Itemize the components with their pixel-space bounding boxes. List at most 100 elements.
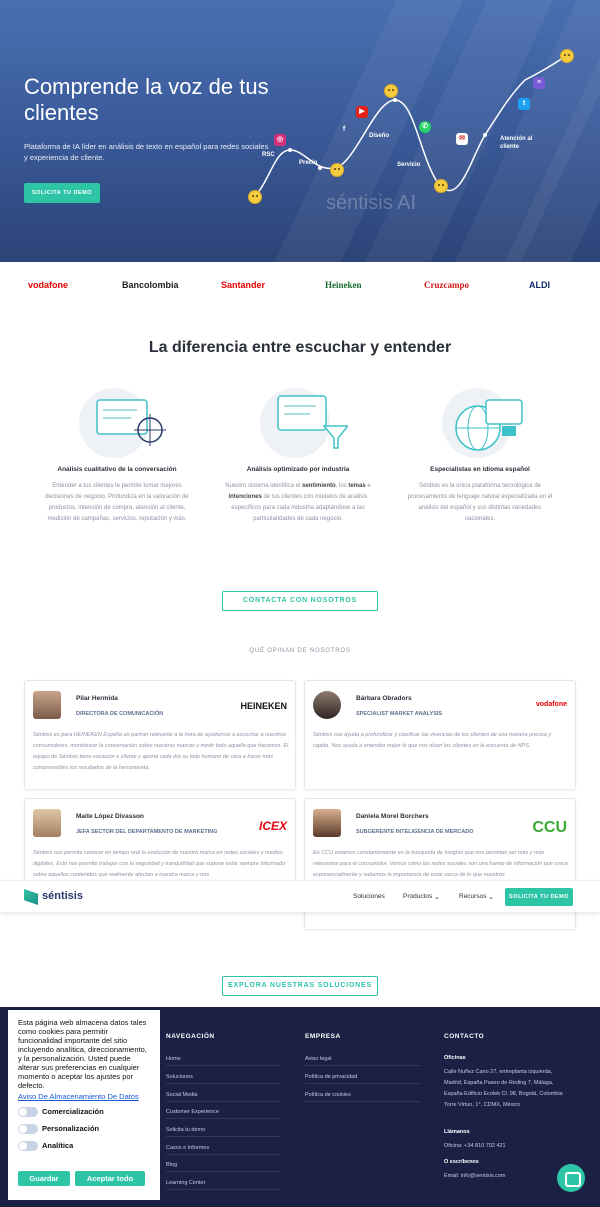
call-label: Llámanos: [444, 1129, 470, 1135]
toggle-switch[interactable]: [18, 1107, 38, 1117]
avatar: [33, 691, 61, 719]
filter-chart-icon: [248, 388, 348, 458]
footer-link[interactable]: Customer Experience: [166, 1109, 281, 1119]
testimonial-role: SUBGERENTE INTELIGENCIA DE MERCADO: [356, 829, 474, 835]
difference-title: La diferencia entre escuchar y entender: [148, 339, 452, 356]
offices-label: Oficinas: [444, 1055, 466, 1061]
footer-link[interactable]: Política de cookies: [305, 1092, 420, 1102]
feature-title: Especialistas en idioma español: [430, 466, 530, 473]
logo-santander: Santander: [221, 280, 266, 290]
testimonial-card: Pilar Hermida DIRECTORA DE COMUNICACIÓN …: [24, 680, 296, 790]
feature-spanish: Especialistas en idioma español Séntisis…: [405, 388, 555, 525]
feature-text: Séntisis es la única plataforma tecnológ…: [407, 483, 553, 522]
offices-text: Calle Nuñez Cano 27, entreplanta izquier…: [444, 1069, 563, 1108]
testimonial-role: DIRECTORA DE COMUNICACIÓN: [76, 711, 164, 717]
nav-soluciones[interactable]: Soluciones: [353, 893, 385, 900]
avatar: [33, 809, 61, 837]
nav-demo-button[interactable]: SOLICITA TU DEMO: [505, 888, 573, 906]
cookie-text: Esta página web almacena datos tales com…: [18, 1018, 147, 1090]
feature-qualitative: Análisis cualitativo de la conversación …: [42, 388, 192, 525]
footer-link[interactable]: Soluciones: [166, 1074, 281, 1084]
brand-logo: vodafone: [535, 701, 567, 708]
testimonial-quote: Séntisis es para HEINEKEN España un part…: [33, 732, 289, 771]
footer-link[interactable]: Solicita tu demo: [166, 1127, 281, 1137]
testimonial-role: JEFA SECTOR DEL DEPARTAMENTO DE MARKETIN…: [76, 829, 218, 835]
chevron-down-icon[interactable]: ⌄: [434, 893, 440, 901]
logo-aldi: ALDI: [529, 280, 550, 290]
brand-logo: CCU: [532, 819, 567, 836]
magnifier-chart-icon: [67, 388, 167, 458]
feature-title: Análisis optimizado por industria: [246, 466, 350, 473]
footer-link[interactable]: Blog: [166, 1162, 281, 1172]
brand-logo: HEINEKEN: [240, 701, 287, 711]
brand-name[interactable]: séntisis: [42, 890, 83, 902]
client-logos: vodafone Bancolombia Santander Heineken …: [0, 272, 600, 302]
feature-industry: Análisis optimizado por industria Nuestr…: [223, 388, 373, 525]
avatar: [313, 809, 341, 837]
footer-link[interactable]: Home: [166, 1056, 281, 1066]
testimonial-quote: En CCU estamos constantemente en la búsq…: [313, 850, 568, 878]
label-atencion: Atención al cliente: [500, 136, 533, 150]
facebook-icon: f: [342, 126, 346, 133]
globe-chart-icon: [430, 388, 530, 458]
nav-recursos[interactable]: Recursos: [459, 893, 486, 900]
explore-button[interactable]: EXPLORA NUESTRAS SOLUCIONES: [222, 976, 378, 996]
label-servicio: Servicio: [397, 162, 421, 168]
toggle-comercializacion[interactable]: Comercialización: [18, 1106, 150, 1118]
footer-company-title: EMPRESA: [305, 1033, 341, 1040]
sentisis-logo-icon[interactable]: [24, 889, 38, 905]
smiley-icon: [560, 49, 574, 63]
cookie-banner: Esta página web almacena datos tales com…: [8, 1010, 160, 1200]
mail-icon: ✉: [456, 133, 468, 145]
testimonial-card: Bárbara Obradors SPECIALIST MARKET ANALY…: [304, 680, 576, 790]
testimonial-quote: Séntisis nos ayuda a profundizar y clasi…: [313, 732, 552, 749]
whatsapp-icon: ✆: [419, 121, 431, 133]
nav-productos[interactable]: Productos: [403, 893, 432, 900]
testimonial-name: Pilar Hermida: [76, 695, 118, 702]
cookie-save-button[interactable]: Guardar: [18, 1171, 70, 1186]
footer-link[interactable]: Aviso legal: [305, 1056, 420, 1066]
feature-title: Análisis cualitativo de la conversación: [57, 466, 177, 473]
label-precio: Precio: [299, 160, 318, 166]
feature-text: Entender a tus clientes te permite tomar…: [45, 483, 189, 522]
testimonial-card: Maite López Divasson JEFA SECTOR DEL DEP…: [24, 798, 296, 882]
toggle-switch[interactable]: [18, 1124, 38, 1134]
email-text[interactable]: Email: info@sentisis.com: [444, 1171, 564, 1182]
logo-cruzcampo: Cruzcampo: [424, 280, 469, 290]
logo-bancolombia: Bancolombia: [122, 280, 179, 290]
smiley-icon: [384, 84, 398, 98]
label-diseno: Diseño: [369, 133, 390, 139]
cookie-policy-link[interactable]: Aviso De Almacenamiento De Datos: [18, 1092, 150, 1101]
twitter-icon: t: [518, 98, 530, 110]
brand-logo: ICEX: [258, 819, 287, 833]
hero-section: séntisis AI Comprende la voz de tus clie…: [0, 0, 600, 262]
contact-button[interactable]: CONTACTA CON NOSOTROS: [222, 591, 378, 611]
feature-text: Nuestro sistema identifica el sentimient…: [225, 483, 371, 522]
testimonial-name: Maite López Divasson: [76, 813, 144, 820]
logo-vodafone: vodafone: [28, 280, 69, 290]
footer-link[interactable]: Casos e Informes: [166, 1145, 281, 1155]
testimonial-role: SPECIALIST MARKET ANALYSIS: [356, 711, 443, 717]
youtube-icon: ▶: [356, 106, 368, 118]
toggle-personalizacion[interactable]: Personalización: [18, 1123, 150, 1135]
footer-link[interactable]: Learning Center: [166, 1180, 281, 1190]
toggle-analitica[interactable]: Analítica: [18, 1140, 150, 1152]
instagram-icon: ◎: [274, 134, 286, 146]
document-icon: ≡: [533, 77, 545, 89]
smiley-icon: [434, 179, 448, 193]
toggle-switch[interactable]: [18, 1141, 38, 1151]
sticky-navbar: séntisis Soluciones Productos ⌄ Recursos…: [0, 880, 600, 912]
label-rsc: RSC: [262, 152, 275, 158]
testimonial-name: Daniela Morel Borchers: [356, 813, 429, 820]
phone-text[interactable]: Oficina: +34 810 702 421: [444, 1141, 564, 1152]
footer-link[interactable]: Social Media: [166, 1092, 281, 1102]
chat-icon[interactable]: [557, 1164, 585, 1192]
cookie-accept-button[interactable]: Aceptar todo: [75, 1171, 145, 1186]
footer-link[interactable]: Política de privacidad: [305, 1074, 420, 1084]
testimonials-heading: QUÉ OPINAN DE NOSOTROS: [249, 648, 351, 654]
logo-heineken: Heineken: [325, 280, 362, 290]
avatar: [313, 691, 341, 719]
testimonial-quote: Séntisis nos permite conocer en tiempo r…: [33, 850, 285, 878]
chevron-down-icon[interactable]: ⌄: [488, 893, 494, 901]
footer-nav-title: NAVEGACIÓN: [166, 1033, 215, 1040]
